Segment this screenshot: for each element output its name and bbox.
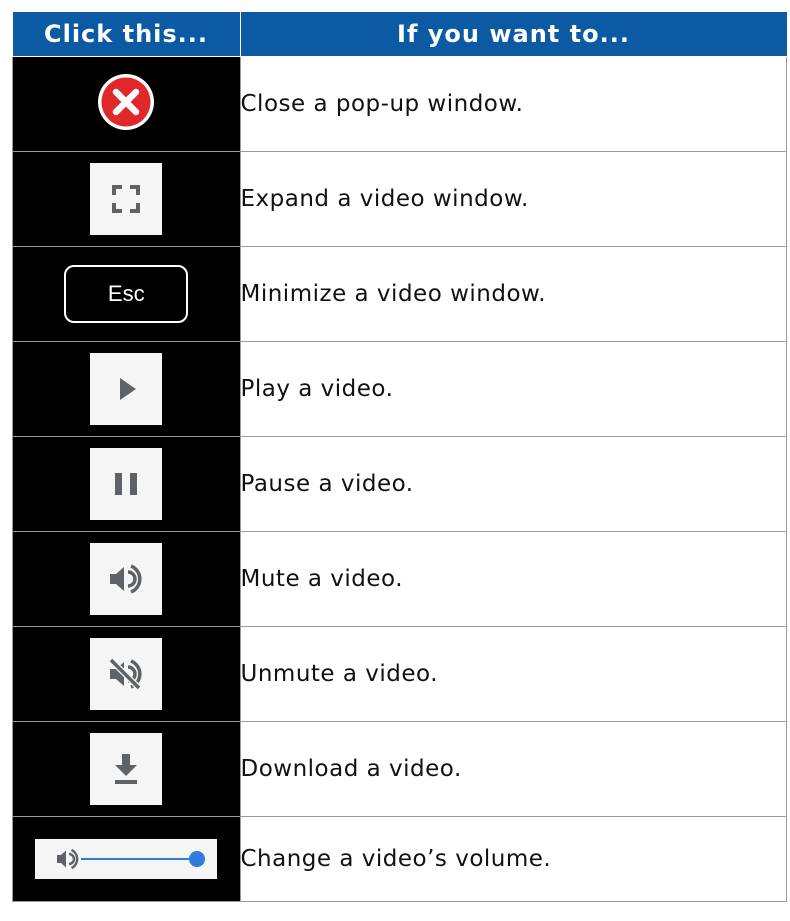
header-click-this: Click this... <box>12 12 241 57</box>
icon-cell: Esc <box>12 246 241 342</box>
table-header-row: Click this... If you want to... <box>12 12 787 57</box>
esc-key-icon[interactable]: Esc <box>64 265 189 323</box>
icon-cell <box>12 436 241 532</box>
table-row: Expand a video window. <box>12 151 787 247</box>
row-description: Play a video. <box>239 341 787 437</box>
row-description: Minimize a video window. <box>239 246 787 342</box>
icon-cell <box>12 531 241 627</box>
table-row: Change a video’s volume. <box>12 816 787 902</box>
close-circle-icon[interactable] <box>96 72 156 136</box>
table-row: Close a pop-up window. <box>12 56 787 152</box>
icon-cell <box>12 151 241 247</box>
volume-on-icon[interactable] <box>90 543 163 615</box>
row-description: Mute a video. <box>239 531 787 627</box>
table-row: Pause a video. <box>12 436 787 532</box>
slider-speaker-icon <box>57 848 79 870</box>
row-description: Expand a video window. <box>239 151 787 247</box>
controls-table: Click this... If you want to... Close a … <box>12 12 787 902</box>
table-row: Unmute a video. <box>12 626 787 722</box>
pause-icon[interactable] <box>90 448 163 520</box>
row-description: Close a pop-up window. <box>239 56 787 152</box>
row-description: Change a video’s volume. <box>239 816 787 902</box>
play-icon[interactable] <box>90 353 163 425</box>
table-row: Esc Minimize a video window. <box>12 246 787 342</box>
icon-cell <box>12 341 241 437</box>
icon-cell <box>12 816 241 902</box>
table-row: Download a video. <box>12 721 787 817</box>
icon-cell <box>12 56 241 152</box>
row-description: Download a video. <box>239 721 787 817</box>
volume-muted-icon[interactable] <box>90 638 163 710</box>
row-description: Unmute a video. <box>239 626 787 722</box>
header-if-you-want: If you want to... <box>239 12 787 57</box>
icon-cell <box>12 721 241 817</box>
table-row: Play a video. <box>12 341 787 437</box>
fullscreen-expand-icon[interactable] <box>90 163 163 235</box>
row-description: Pause a video. <box>239 436 787 532</box>
volume-slider-icon[interactable] <box>35 839 218 879</box>
table-row: Mute a video. <box>12 531 787 627</box>
controls-guide: Click this... If you want to... Close a … <box>12 12 787 902</box>
icon-cell <box>12 626 241 722</box>
slider-thumb <box>189 851 206 867</box>
download-icon[interactable] <box>90 733 163 805</box>
